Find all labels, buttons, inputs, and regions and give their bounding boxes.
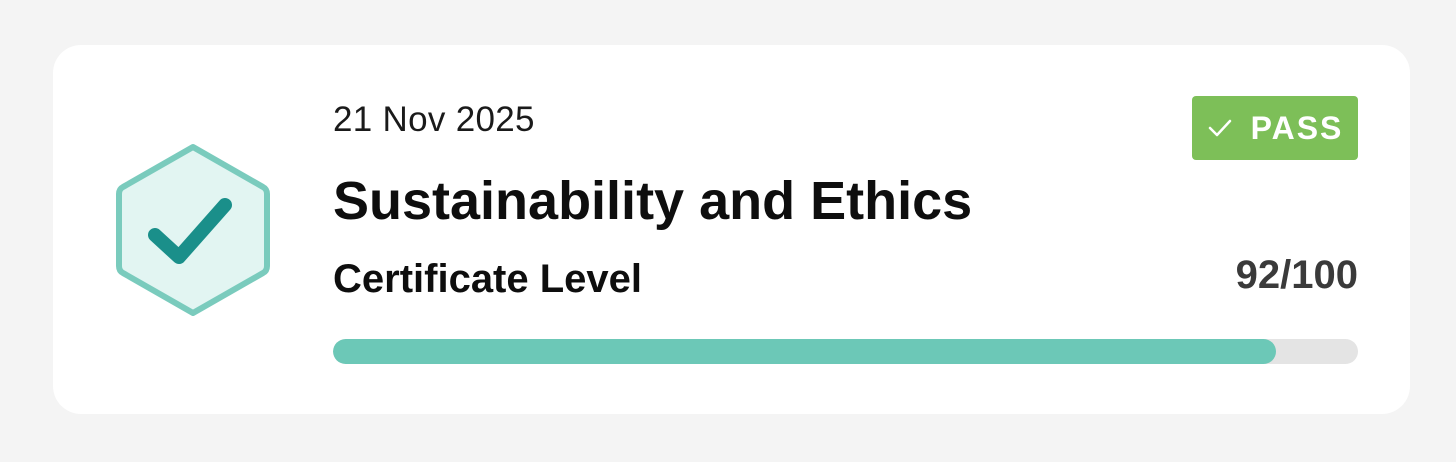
score-progress-bar [333, 339, 1358, 364]
result-card: 21 Nov 2025 PASS Sustainability and Ethi… [53, 45, 1410, 414]
result-date: 21 Nov 2025 [333, 100, 535, 139]
status-label: PASS [1250, 110, 1344, 146]
result-content: 21 Nov 2025 PASS Sustainability and Ethi… [333, 45, 1358, 414]
hexagon-check-icon [113, 141, 273, 319]
course-title: Sustainability and Ethics [333, 171, 973, 231]
score-value: 92/100 [1235, 253, 1358, 297]
score-progress-fill [333, 339, 1276, 364]
status-badge: PASS [1192, 96, 1358, 160]
check-icon [1208, 119, 1231, 137]
course-level: Certificate Level [333, 257, 643, 301]
